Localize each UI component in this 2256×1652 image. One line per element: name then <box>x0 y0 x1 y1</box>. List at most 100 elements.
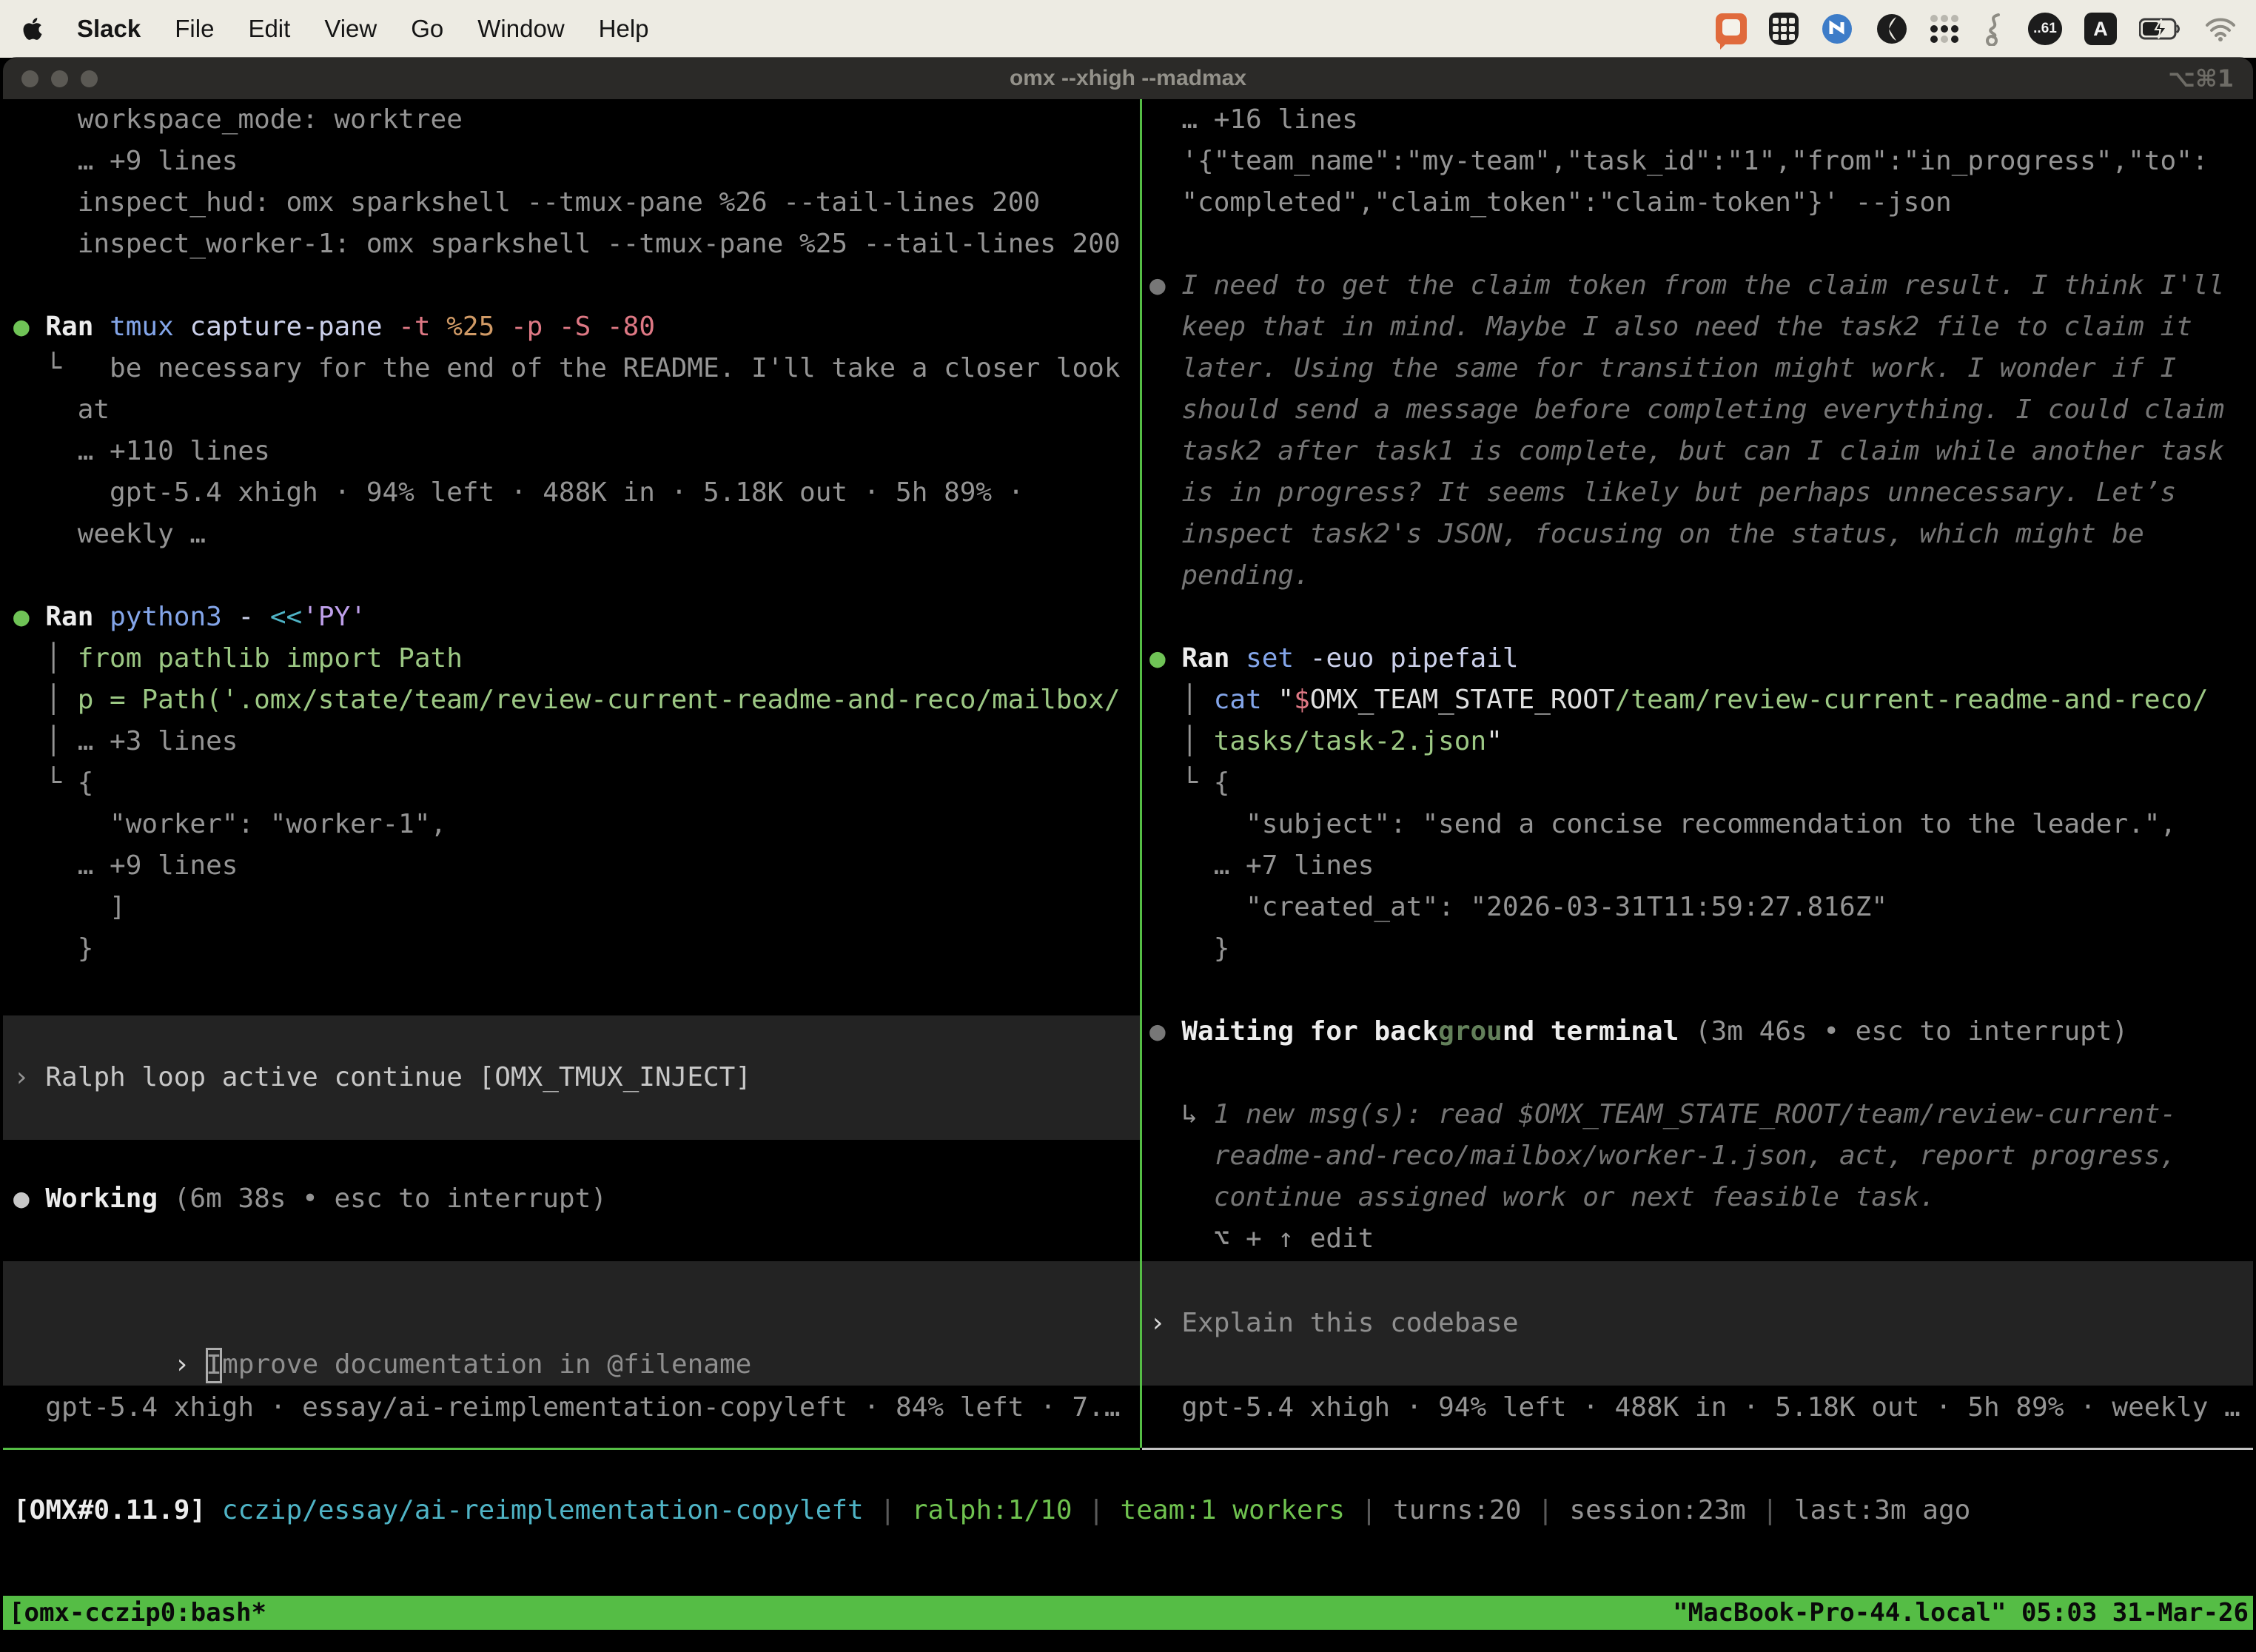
terminal-line <box>1149 597 2253 638</box>
apple-menu-icon[interactable] <box>22 12 43 46</box>
window-titlebar[interactable]: omx --xhigh --madmax ⌥⌘1 <box>3 58 2253 99</box>
terminal-text-segment: [OMX#0.11.9] <box>13 1495 206 1525</box>
terminal-text-segment: %25 <box>431 312 495 342</box>
left-input-box[interactable]: › Improve documentation in @filename <box>3 1261 1140 1386</box>
terminal-text-segment: ● <box>13 312 45 342</box>
terminal-text-segment: tasks/task-2.json <box>1214 726 1486 756</box>
menu-item-go[interactable]: Go <box>411 15 443 43</box>
prompt-chevron: › <box>174 1349 206 1380</box>
terminal-text-segment: "created_at": "2026-03-31T11:59:27.816Z" <box>1149 892 1887 922</box>
terminal-line: │ from pathlib import Path <box>13 638 1140 679</box>
blue-badge-icon[interactable] <box>1821 12 1853 46</box>
terminal-text-segment: task2 after task1 is complete, but can I… <box>1149 436 2224 466</box>
terminal-text-segment: cczip/essay/ai-reimplementation-copyleft <box>206 1495 864 1525</box>
terminal-text-segment: "worker": "worker-1", <box>13 809 446 839</box>
dots-grid-icon[interactable] <box>1930 12 1958 46</box>
terminal-text-segment: grou <box>1438 1016 1503 1047</box>
right-model-status: gpt-5.4 xhigh · 94% left · 488K in · 5.1… <box>1149 1387 2253 1428</box>
menu-item-app[interactable]: Slack <box>77 15 141 43</box>
terminal-text-segment: weekly … <box>13 519 206 549</box>
menu-item-help[interactable]: Help <box>599 15 649 43</box>
terminal-text-segment: ● <box>13 1183 45 1214</box>
terminal-text-segment: later. Using the same for transition mig… <box>1149 353 2176 383</box>
terminal-text-segment: } <box>13 933 93 964</box>
terminal-line: ● Ran set -euo pipefail <box>1149 638 2253 679</box>
tmux-session-name[interactable]: [omx-cczip0:bash* <box>3 1598 266 1628</box>
battery-percent-badge[interactable]: ..61 <box>2028 13 2062 45</box>
terminal-text-segment: gpt-5.4 xhigh · 94% left · 488K in · 5.1… <box>1149 1392 2240 1423</box>
terminal-text-segment: │ … +3 lines <box>13 726 238 756</box>
terminal-text-segment: Waiting for back <box>1181 1016 1438 1047</box>
terminal-text-segment: '{"team_name":"my-team","task_id":"1","f… <box>1149 146 2208 176</box>
terminal-text-segment: at <box>13 394 110 425</box>
right-input-box[interactable]: › Explain this codebase <box>1142 1261 2253 1386</box>
terminal-text-segment: › <box>13 1062 45 1092</box>
menu-item-view[interactable]: View <box>324 15 377 43</box>
terminal-line: gpt-5.4 xhigh · 94% left · 488K in · 5.1… <box>1149 1387 2253 1428</box>
ralph-loop-banner: › Ralph loop active continue [OMX_TMUX_I… <box>3 1015 1140 1140</box>
terminal-text-segment: pending. <box>1149 560 1310 591</box>
terminal-text-segment: is in progress? It seems likely but perh… <box>1149 477 2176 508</box>
terminal-text-segment: | <box>1521 1495 1569 1525</box>
terminal-text-segment: gpt-5.4 xhigh · essay/ai-reimplementatio… <box>13 1392 1121 1423</box>
terminal-text-segment: last:3m ago <box>1794 1495 1970 1525</box>
terminal-line <box>13 555 1140 597</box>
menu-item-edit[interactable]: Edit <box>248 15 290 43</box>
terminal-line: gpt-5.4 xhigh · 94% left · 488K in · 5.1… <box>13 472 1140 514</box>
terminal-text-segment: $ <box>1294 685 1310 715</box>
terminal-text-segment: (3m 46s • esc to interrupt) <box>1679 1016 2128 1047</box>
a-app-icon[interactable]: A <box>2084 13 2117 45</box>
terminal-line: ● Working (6m 38s • esc to interrupt) <box>13 1178 1140 1220</box>
terminal-line: "worker": "worker-1", <box>13 804 1140 845</box>
terminal-line: … +9 lines <box>13 141 1140 182</box>
terminal-line: ● Ran tmux capture-pane -t %25 -p -S -80 <box>13 306 1140 348</box>
tmux-pane-right[interactable]: … +16 lines '{"team_name":"my-team","tas… <box>1142 99 2253 1448</box>
terminal-line: └ be necessary for the end of the README… <box>13 348 1140 389</box>
terminal-text-segment: ● <box>1149 643 1181 674</box>
battery-icon[interactable] <box>2139 12 2182 46</box>
menu-item-window[interactable]: Window <box>477 15 564 43</box>
terminal-content: workspace_mode: worktree … +9 lines insp… <box>3 99 2253 1652</box>
shield-grid-icon[interactable] <box>1769 12 1799 46</box>
terminal-text-segment: inspect task2's JSON, focusing on the st… <box>1149 519 2144 549</box>
terminal-line: continue assigned work or next feasible … <box>1149 1177 2253 1218</box>
terminal-text-segment: gpt-5.4 xhigh · 94% left · 488K in · 5.1… <box>13 477 1024 508</box>
terminal-text-segment: -t <box>383 312 431 342</box>
terminal-text-segment: ● <box>1149 270 1181 300</box>
chat-app-icon[interactable] <box>1716 12 1747 46</box>
terminal-line: ] <box>13 887 1140 928</box>
left-input-placeholder: mprove documentation in @filename <box>222 1349 751 1380</box>
terminal-line: └ { <box>1149 762 2253 804</box>
terminal-text-segment: … +9 lines <box>13 146 238 176</box>
wifi-icon[interactable] <box>2204 12 2237 46</box>
terminal-text-segment: └ be necessary for the end of the README… <box>13 353 1121 383</box>
terminal-text-segment: | <box>1345 1495 1393 1525</box>
squiggle-icon[interactable] <box>1981 12 2006 46</box>
right-input-row[interactable]: › Explain this codebase <box>1142 1303 1519 1344</box>
window-shortcut: ⌥⌘1 <box>2168 64 2234 93</box>
left-pane-bottom-border <box>3 1448 1140 1450</box>
terminal-text-segment: " <box>1486 726 1503 756</box>
terminal-line: … +110 lines <box>13 431 1140 472</box>
terminal-line: readme-and-reco/mailbox/worker-1.json, a… <box>1149 1135 2253 1177</box>
terminal-line: ● I need to get the claim token from the… <box>1149 265 2253 306</box>
terminal-text-segment: │ <box>1149 685 1214 715</box>
tmux-pane-left[interactable]: workspace_mode: worktree … +9 lines insp… <box>3 99 1140 1448</box>
left-input-row[interactable]: › Improve documentation in @filename <box>3 1303 751 1344</box>
terminal-line: ● Waiting for background terminal (3m 46… <box>1149 1011 2253 1052</box>
terminal-line: ⌥ + ↑ edit <box>1149 1218 2253 1260</box>
terminal-line: later. Using the same for transition mig… <box>1149 348 2253 389</box>
terminal-line: gpt-5.4 xhigh · essay/ai-reimplementatio… <box>13 1387 1140 1428</box>
working-status-row: ● Working (6m 38s • esc to interrupt) <box>13 1178 1140 1220</box>
terminal-line: "subject": "send a concise recommendatio… <box>1149 804 2253 845</box>
left-model-status: gpt-5.4 xhigh · essay/ai-reimplementatio… <box>13 1387 1140 1428</box>
loop-app-icon[interactable] <box>1876 12 1908 46</box>
terminal-line: is in progress? It seems likely but perh… <box>1149 472 2253 514</box>
terminal-text-segment: | <box>1072 1495 1121 1525</box>
terminal-text-segment: ● <box>1149 1016 1181 1047</box>
left-pane-output: workspace_mode: worktree … +9 lines insp… <box>13 99 1140 970</box>
terminal-line: inspect_hud: omx sparkshell --tmux-pane … <box>13 182 1140 224</box>
terminal-line: pending. <box>1149 555 2253 597</box>
terminal-text-segment <box>93 312 110 342</box>
menu-item-file[interactable]: File <box>175 15 214 43</box>
